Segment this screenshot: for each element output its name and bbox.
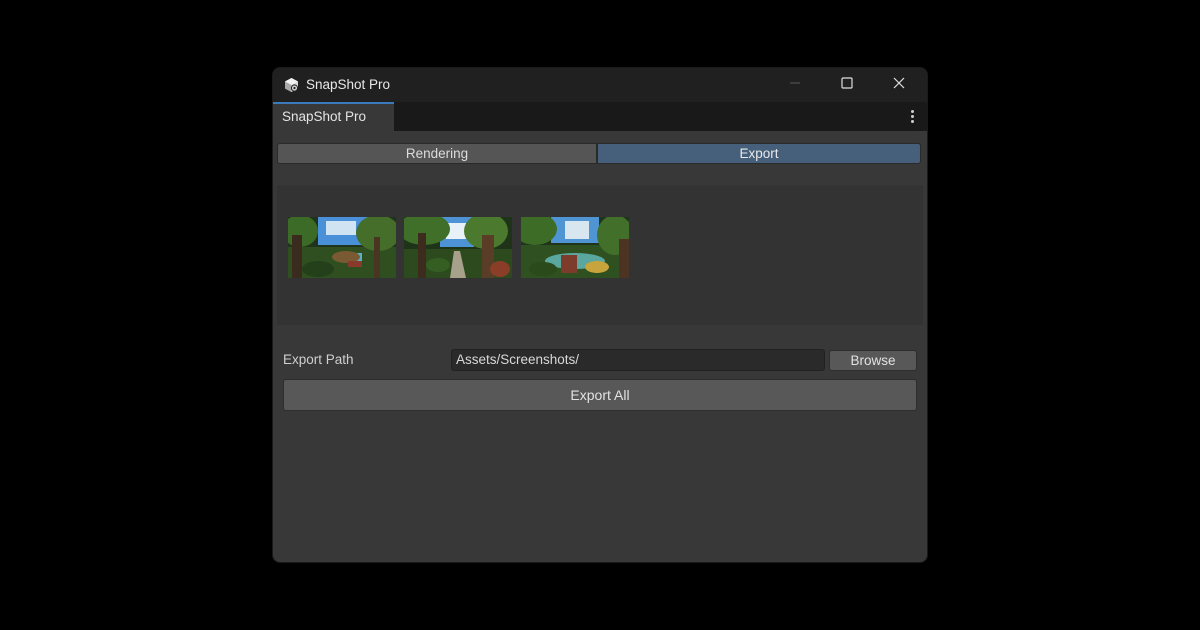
more-vertical-icon[interactable]: [905, 107, 919, 125]
tab-rendering[interactable]: Rendering: [277, 143, 597, 164]
screenshot-thumbnail[interactable]: [521, 217, 629, 278]
close-button[interactable]: [873, 68, 925, 102]
export-path-field[interactable]: Assets/Screenshots/: [451, 349, 825, 371]
minimize-button[interactable]: [769, 68, 821, 102]
maximize-icon: [841, 76, 853, 94]
browse-button[interactable]: Browse: [829, 350, 917, 371]
close-icon: [893, 76, 905, 94]
tab-label: SnapShot Pro: [282, 109, 367, 124]
title-bar[interactable]: SnapShot Pro: [273, 68, 927, 102]
tab-export[interactable]: Export: [597, 143, 921, 164]
mode-toolbar: Rendering Export: [277, 143, 921, 164]
snapshot-pro-window: SnapShot Pro SnapShot Pro Rendering Expo…: [273, 68, 927, 562]
export-all-button[interactable]: Export All: [283, 379, 917, 411]
editor-tab-bar: SnapShot Pro: [273, 102, 927, 131]
export-path-label: Export Path: [283, 352, 354, 367]
unity-cube-gear-icon: [283, 77, 300, 94]
tab-snapshot-pro[interactable]: SnapShot Pro: [273, 102, 394, 131]
export-path-row: Export Path Assets/Screenshots/ Browse: [273, 348, 927, 372]
window-title: SnapShot Pro: [306, 77, 391, 92]
minimize-icon: [789, 76, 801, 94]
screenshot-thumbnail[interactable]: [404, 217, 512, 278]
maximize-button[interactable]: [821, 68, 873, 102]
screenshot-gallery: [277, 185, 923, 325]
screenshot-thumbnail[interactable]: [288, 217, 396, 278]
